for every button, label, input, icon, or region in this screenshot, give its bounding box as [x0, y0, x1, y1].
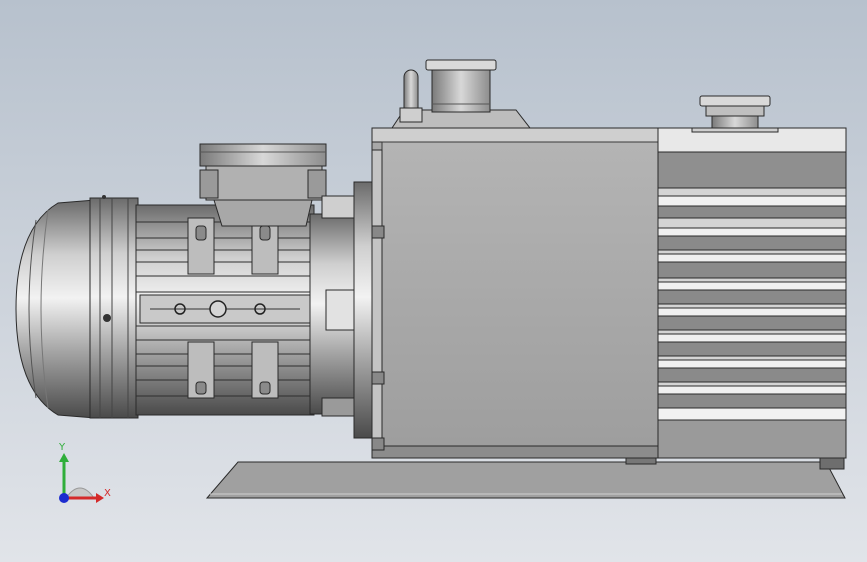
coupling-housing: [309, 181, 375, 439]
cad-model-view[interactable]: [0, 0, 867, 562]
bolt-icon: [209, 300, 227, 318]
terminal-box: [199, 143, 327, 227]
y-axis-label: Y: [59, 442, 66, 453]
x-axis-label: X: [104, 488, 111, 499]
oil-tank: [657, 127, 847, 459]
axis-triad: [59, 453, 104, 503]
tank-ribs: [657, 195, 847, 409]
graphics-viewport[interactable]: X Y: [0, 0, 867, 562]
pump-housing: [371, 127, 661, 459]
motor-body: [135, 204, 315, 416]
motor-flange: [89, 195, 139, 419]
screw-icon: [103, 314, 111, 322]
